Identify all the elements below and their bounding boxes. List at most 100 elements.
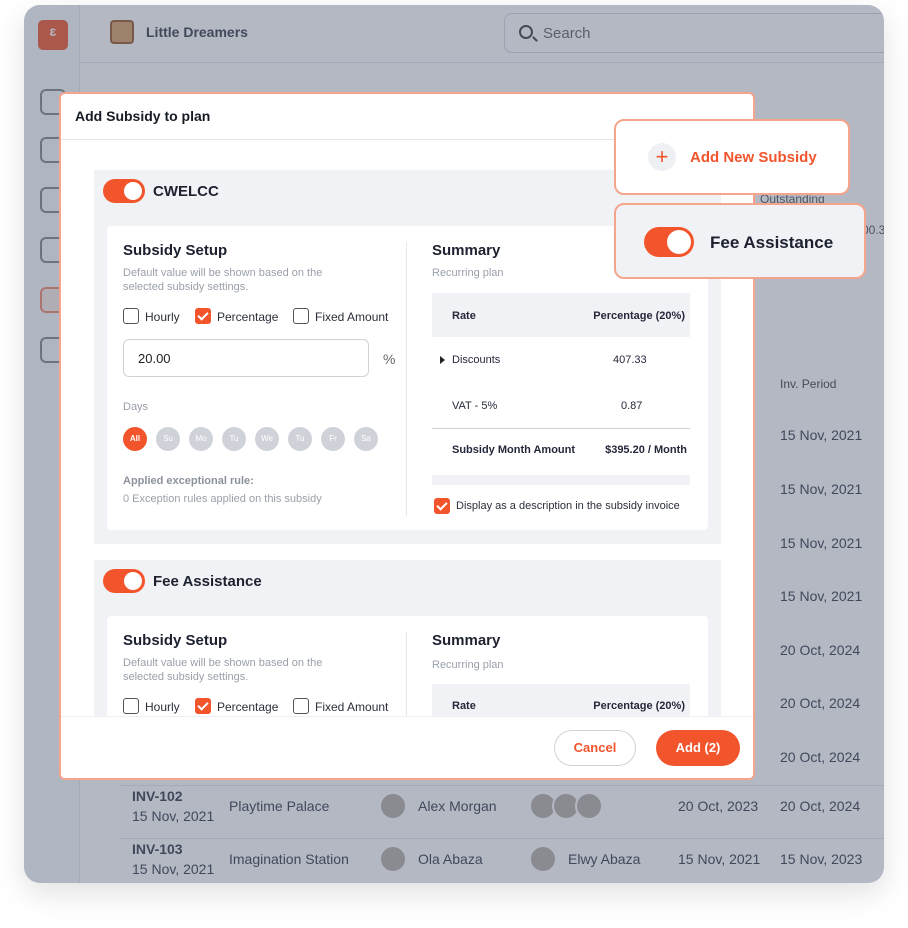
fee-assistance-callout-toggle[interactable] [644, 227, 694, 257]
inv-period-cell: 20 Oct, 2024 [780, 642, 861, 658]
percentage-checkbox[interactable] [195, 308, 211, 324]
inv-period-cell: 20 Oct, 2024 [780, 749, 861, 765]
search-placeholder: Search [543, 25, 591, 42]
add-subsidy-modal: Add Subsidy to plan CWELCC Subsidy Setup… [59, 92, 755, 780]
discounts-label: Discounts [452, 354, 501, 366]
invoice-id: INV-103 [132, 841, 183, 857]
section-title: CWELCC [153, 183, 219, 200]
percentage-checkbox[interactable] [195, 698, 211, 714]
fee-assistance-callout[interactable]: Fee Assistance [614, 203, 866, 279]
expand-icon [440, 356, 445, 364]
search-input[interactable]: Search [504, 13, 884, 53]
app-logo-icon[interactable]: ᵋ [38, 20, 68, 50]
invoice-date: 15 Nov, 2021 [132, 861, 215, 877]
day-su[interactable]: Su [156, 427, 180, 451]
day-fr[interactable]: Fr [321, 427, 345, 451]
day-tu[interactable]: Tu [222, 427, 246, 451]
summary-subtitle: Recurring plan [432, 267, 504, 279]
percent-unit: % [383, 351, 396, 367]
topbar: Little Dreamers Search [80, 5, 884, 63]
toggle-knob [667, 230, 691, 254]
day-sa[interactable]: Sa [354, 427, 378, 451]
invoice-id: INV-102 [132, 788, 183, 804]
days-label: Days [123, 401, 149, 413]
modal-title: Add Subsidy to plan [75, 108, 211, 124]
display-description-label: Display as a description in the subsidy … [456, 500, 680, 512]
rate-value: Percentage (20%) [593, 700, 685, 712]
inv-period-cell: 20 Oct, 2024 [780, 695, 861, 711]
period: 15 Nov, 2023 [780, 851, 863, 867]
discounts-row[interactable]: Discounts 407.33 [432, 337, 690, 383]
school-name: Little Dreamers [146, 24, 248, 40]
hourly-checkbox[interactable] [123, 698, 139, 714]
avatar [529, 845, 557, 873]
setup-hint: Default value will be shown based on the… [123, 657, 323, 683]
summary-table: Rate Percentage (20%) Discounts 407.33 V… [432, 293, 690, 485]
discounts-value: 407.33 [613, 354, 647, 366]
inv-period-cell: 15 Nov, 2021 [780, 535, 863, 551]
column-divider [406, 242, 407, 516]
cwelcc-toggle[interactable] [103, 179, 145, 203]
modal-footer [61, 716, 753, 778]
fixed-amount-label: Fixed Amount [315, 700, 389, 714]
subsidy-value-input[interactable]: 20.00 [123, 339, 369, 377]
search-icon [519, 25, 533, 39]
school-logo [110, 20, 134, 44]
inv-period-header: Inv. Period [780, 377, 837, 391]
due-date: 15 Nov, 2021 [678, 851, 761, 867]
rate-label: Rate [452, 700, 476, 712]
toggle-knob [124, 572, 142, 590]
day-all[interactable]: All [123, 427, 147, 451]
fixed-amount-checkbox[interactable] [293, 698, 309, 714]
inv-period-cell: 15 Nov, 2021 [780, 588, 863, 604]
setup-title: Subsidy Setup [123, 632, 228, 649]
due-date: 20 Oct, 2023 [678, 798, 759, 814]
vat-value: 0.87 [621, 400, 643, 412]
display-description-checkbox[interactable] [434, 498, 450, 514]
rate-label: Rate [452, 310, 476, 322]
inv-period-cell: 15 Nov, 2021 [780, 427, 863, 443]
month-row: Subsidy Month Amount $395.20 / Month [432, 429, 690, 475]
add-new-subsidy-label: Add New Subsidy [690, 149, 817, 166]
add-new-subsidy-callout[interactable]: + Add New Subsidy [614, 119, 850, 195]
fee-assistance-label: Fee Assistance [710, 233, 834, 252]
avatar [379, 792, 407, 820]
fee-assistance-toggle[interactable] [103, 569, 145, 593]
center-name: Imagination Station [229, 851, 349, 867]
hourly-label: Hourly [145, 700, 180, 714]
subsidy-value: 20.00 [138, 351, 171, 366]
table-divider [120, 838, 884, 839]
cancel-button[interactable]: Cancel [554, 730, 636, 766]
percentage-label: Percentage [217, 310, 279, 324]
day-we[interactable]: We [255, 427, 279, 451]
hourly-label: Hourly [145, 310, 180, 324]
table-divider [120, 785, 884, 786]
toggle-knob [124, 182, 142, 200]
plus-icon: + [648, 143, 676, 171]
parent-name: Ola Abaza [418, 851, 483, 867]
vat-label: VAT - 5% [452, 400, 498, 412]
avatar [575, 792, 603, 820]
vat-row: VAT - 5% 0.87 [432, 383, 690, 429]
inv-period-cell: 15 Nov, 2021 [780, 481, 863, 497]
month-label: Subsidy Month Amount [452, 444, 576, 456]
day-th[interactable]: Tu [288, 427, 312, 451]
rule-text: 0 Exception rules applied on this subsid… [123, 493, 322, 505]
percentage-label: Percentage [217, 700, 279, 714]
period: 20 Oct, 2024 [780, 798, 861, 814]
hourly-checkbox[interactable] [123, 308, 139, 324]
center-name: Playtime Palace [229, 798, 330, 814]
fixed-amount-checkbox[interactable] [293, 308, 309, 324]
setup-title: Subsidy Setup [123, 242, 228, 259]
child-name: Elwy Abaza [568, 851, 641, 867]
fixed-amount-label: Fixed Amount [315, 310, 389, 324]
summary-title: Summary [432, 632, 501, 649]
invoice-date: 15 Nov, 2021 [132, 808, 215, 824]
add-button[interactable]: Add (2) [656, 730, 740, 766]
day-mo[interactable]: Mo [189, 427, 213, 451]
summary-subtitle: Recurring plan [432, 659, 504, 671]
section-title: Fee Assistance [153, 573, 262, 590]
rule-title: Applied exceptional rule: [123, 475, 254, 487]
parent-name: Alex Morgan [418, 798, 497, 814]
month-value: $395.20 / Month [605, 444, 687, 456]
